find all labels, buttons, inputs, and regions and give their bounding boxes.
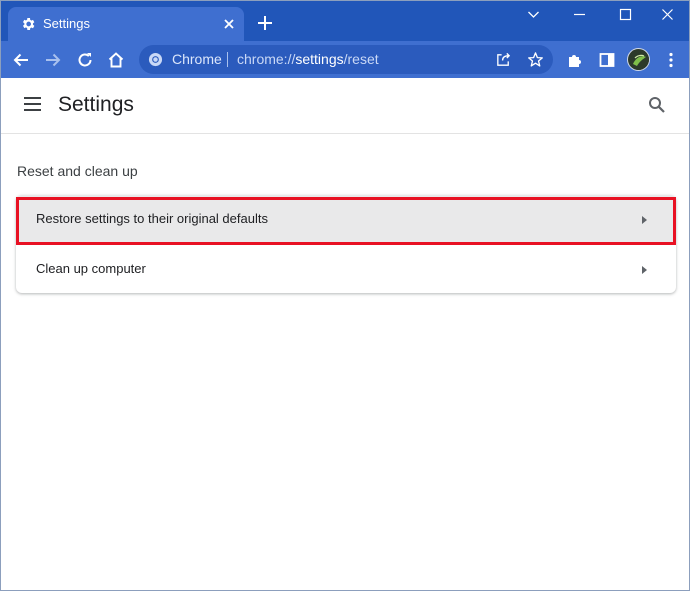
arrow-right-icon [639,263,649,275]
more-menu-icon[interactable] [659,48,683,72]
settings-page: Settings Reset and clean up Restore sett… [1,78,689,590]
minimize-icon[interactable] [556,3,602,27]
tab-strip: Settings [1,1,689,41]
settings-header: Settings [1,78,689,134]
reload-icon[interactable] [73,48,97,72]
url-path: /reset [343,51,379,67]
search-icon[interactable] [647,95,667,115]
new-tab-plus-icon[interactable] [255,13,275,33]
section-title: Reset and clean up [17,163,138,179]
close-window-icon[interactable] [644,3,689,27]
arrow-right-icon [639,213,649,225]
back-arrow-icon[interactable] [9,48,33,72]
url-text: chrome://settings/reset [237,51,379,68]
page-title: Settings [58,93,134,116]
address-divider [227,52,228,67]
share-icon[interactable] [495,51,512,68]
restore-defaults-row[interactable]: Restore settings to their original defau… [16,195,676,244]
tab-settings[interactable]: Settings [8,7,244,41]
clean-up-computer-label: Clean up computer [36,261,146,276]
address-bar[interactable]: Chrome chrome://settings/reset [139,45,553,74]
tab-title: Settings [43,16,90,31]
profile-avatar[interactable] [627,48,650,71]
bookmark-star-icon[interactable] [527,51,544,68]
reset-cleanup-card: Restore settings to their original defau… [16,195,676,293]
url-host: settings [295,51,344,67]
extensions-puzzle-icon[interactable] [563,48,587,72]
side-panel-icon[interactable] [595,48,619,72]
browser-toolbar: Chrome chrome://settings/reset [1,41,689,78]
clean-up-computer-row[interactable]: Clean up computer [16,244,676,293]
home-icon[interactable] [104,48,128,72]
hamburger-menu-icon[interactable] [23,96,43,112]
url-scheme: chrome:// [237,51,296,67]
gear-icon [20,16,36,32]
site-chip-label: Chrome [172,51,222,67]
maximize-icon[interactable] [602,3,648,27]
forward-arrow-icon[interactable] [41,48,65,72]
close-tab-icon[interactable] [220,15,238,33]
tab-search-chevron-icon[interactable] [510,3,556,27]
chrome-logo-icon [148,52,163,67]
restore-defaults-label: Restore settings to their original defau… [36,211,268,226]
browser-window: Settings Chrome chrome://settings/reset … [0,0,690,591]
